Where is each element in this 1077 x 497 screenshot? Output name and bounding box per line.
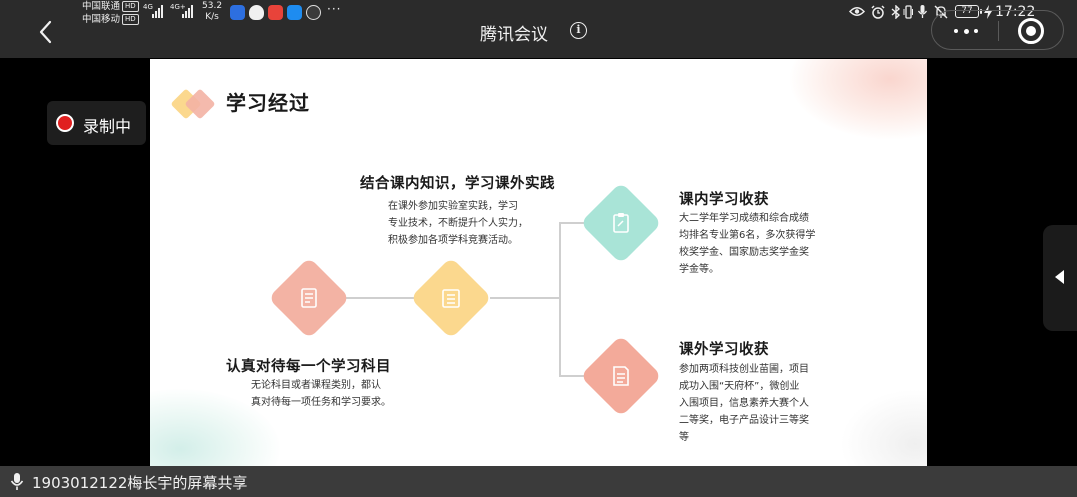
signal-icon (152, 4, 163, 18)
outcome-1-line: 学金等。 (679, 264, 719, 275)
outcome-1-line: 大二学年学习成绩和综合成绩 (679, 213, 809, 224)
connector-line (490, 297, 560, 299)
step-2-heading: 结合课内知识，学习课外实践 (360, 176, 555, 192)
outcome-1-line: 校奖学金、国家励志奖学金奖 (679, 247, 809, 258)
step-1-line: 无论科目或者课程类别，都认 (251, 380, 381, 391)
carrier-info: 中国联通 HD 中国移动 HD (82, 0, 139, 26)
microphone-icon (917, 5, 928, 18)
signal-icon (182, 4, 193, 18)
alarm-icon (871, 5, 885, 19)
page-title: 腾讯会议 (480, 25, 548, 45)
outcome-2-line: 成功入围“天府杯”，微创业 (679, 381, 800, 392)
outcome-2-line: 等 (679, 432, 689, 443)
outcome-2-heading: 课外学习收获 (679, 342, 769, 358)
bluetooth-icon (891, 5, 901, 19)
close-button[interactable] (1018, 18, 1044, 44)
notification-app-icon (268, 5, 283, 20)
back-button[interactable] (34, 18, 60, 46)
step-2-description: 在课外参加实验室实践，学习 专业技术，不断提升个人实力， 积极参加各项学科竞赛活… (388, 198, 528, 249)
vibrate-icon (903, 5, 913, 19)
network-speed-unit: K/s (205, 12, 219, 22)
watercolor-decoration (790, 59, 927, 139)
outcome-1-heading: 课内学习收获 (679, 192, 769, 208)
carrier-1-name: 中国联通 (82, 1, 121, 12)
top-bar: 中国联通 HD 中国移动 HD 4G 4G+ 53.2 K/s ··· 77 17:… (0, 0, 1077, 58)
caret-left-icon (1055, 270, 1064, 284)
document-icon (295, 284, 323, 312)
info-icon: i (576, 23, 581, 36)
clipboard-icon (607, 209, 635, 237)
side-panel-toggle[interactable] (1043, 225, 1077, 331)
outcome-2-line: 入围项目，信息素养大赛个人 (679, 398, 809, 409)
hd-badge: HD (122, 14, 139, 25)
outcome-2-line: 参加两项科技创业苗圃，项目 (679, 364, 809, 375)
note-icon (607, 362, 635, 390)
info-button[interactable]: i (570, 22, 587, 39)
step-1-line: 真对待每一项任务和学习要求。 (251, 397, 391, 408)
chevron-left-icon (39, 20, 52, 44)
watercolor-decoration (840, 389, 927, 467)
step-2-line: 积极参加各项学科竞赛活动。 (388, 235, 518, 246)
hd-badge: HD (122, 1, 139, 12)
recording-label: 录制中 (83, 117, 132, 136)
connector-line (346, 297, 416, 299)
eye-icon (849, 7, 865, 16)
microphone-icon[interactable] (10, 472, 24, 491)
slide-title: 学习经过 (226, 91, 310, 115)
step-2-line: 在课外参加实验室实践，学习 (388, 201, 518, 212)
notification-app-icon (230, 5, 245, 20)
step-2-line: 专业技术，不断提升个人实力， (388, 218, 528, 229)
step-1-heading: 认真对待每一个学习科目 (226, 359, 391, 375)
notification-app-icon (306, 5, 321, 20)
step-1-description: 无论科目或者课程类别，都认 真对待每一项任务和学习要求。 (251, 377, 391, 411)
recording-indicator[interactable]: 录制中 (47, 101, 146, 145)
carrier-2-name: 中国移动 (82, 14, 121, 25)
qq-icon (249, 5, 264, 20)
screen-share-bar: 1903012122梅长宇的屏幕共享 (0, 466, 1077, 497)
search-app-icon (287, 5, 302, 20)
network-speed: 53.2 K/s (202, 1, 222, 23)
outcome-2-line: 二等奖，电子产品设计三等奖 (679, 415, 809, 426)
network-speed-value: 53.2 (202, 1, 223, 11)
shared-screen: 学习经过 认真对待每一个学习科目 无论科目或者课程类别，都认 真对待每一项任务和… (150, 59, 927, 467)
title-diamond-icon (170, 87, 222, 123)
record-icon (56, 114, 74, 132)
mini-program-capsule (931, 10, 1064, 50)
outcome-1-description: 大二学年学习成绩和综合成绩 均排名专业第6名，多次获得学 校奖学金、国家励志奖学… (679, 210, 815, 278)
connector-line (559, 222, 561, 377)
more-notifications: ··· (327, 2, 342, 16)
capsule-divider (998, 21, 999, 41)
list-icon (437, 284, 465, 312)
outcome-1-line: 均排名专业第6名，多次获得学 (679, 230, 816, 241)
more-menu-button[interactable] (946, 17, 986, 45)
screen-share-label: 1903012122梅长宇的屏幕共享 (32, 474, 248, 492)
outcome-2-description: 参加两项科技创业苗圃，项目 成功入围“天府杯”，微创业 入围项目，信息素养大赛个… (679, 361, 809, 446)
